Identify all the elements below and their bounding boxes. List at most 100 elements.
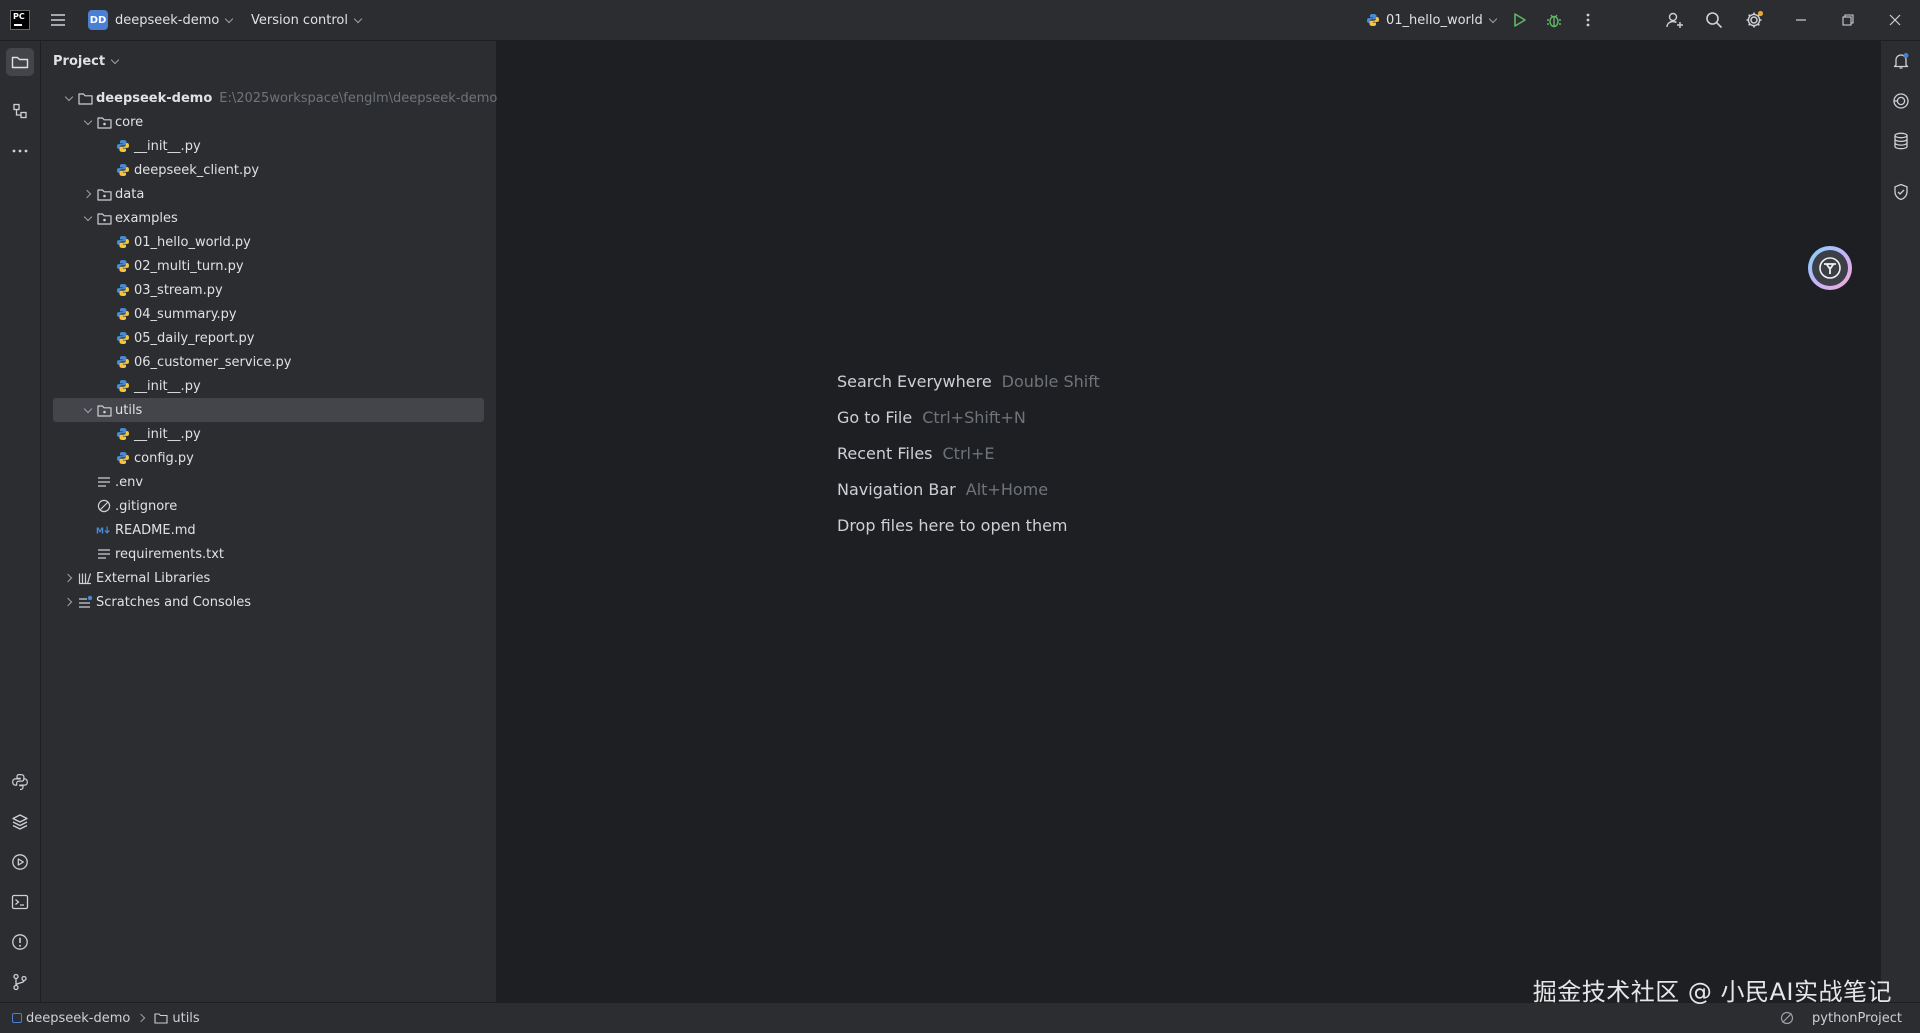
package-folder-icon <box>96 186 112 202</box>
python-file-icon <box>115 306 131 322</box>
tree-node-label: deepseek_client.py <box>134 162 260 178</box>
python-file-icon <box>115 162 131 178</box>
hint-label[interactable]: Recent Files <box>837 444 933 463</box>
git-branch-icon[interactable] <box>6 968 34 996</box>
more-tool-windows-icon[interactable] <box>6 137 34 165</box>
tree-node[interactable]: 03_stream.py <box>53 278 484 302</box>
tree-node[interactable]: __init__.py <box>53 374 484 398</box>
folder-icon <box>77 90 93 106</box>
tree-node[interactable]: 02_multi_turn.py <box>53 254 484 278</box>
tree-node[interactable]: deepseek_client.py <box>53 158 484 182</box>
tree-node-label: core <box>115 114 144 130</box>
library-icon <box>77 570 93 586</box>
ai-assistant-icon[interactable] <box>1808 246 1852 290</box>
chevron-down-icon[interactable] <box>80 114 96 130</box>
python-console-icon[interactable] <box>6 768 34 796</box>
project-square-icon <box>12 1013 22 1023</box>
project-tool-window-icon[interactable] <box>6 48 34 76</box>
hint-shortcut: Alt+Home <box>965 479 1049 499</box>
python-packages-icon[interactable] <box>6 808 34 836</box>
ai-assistant-tool-icon[interactable] <box>1887 87 1915 115</box>
hint-label[interactable]: Go to File <box>837 408 912 427</box>
minimize-icon[interactable] <box>1789 8 1813 32</box>
no-inspections-icon[interactable] <box>1780 1011 1794 1025</box>
run-config-selector[interactable]: 01_hello_world <box>1366 0 1498 40</box>
notifications-bell-icon[interactable] <box>1887 47 1915 75</box>
chevron-right-icon[interactable] <box>61 594 77 610</box>
python-file-icon <box>115 330 131 346</box>
chevron-down-icon[interactable] <box>80 210 96 226</box>
editor-hint: Drop files here to open them <box>837 513 1068 537</box>
chevron-right-icon[interactable] <box>80 186 96 202</box>
code-with-me-icon[interactable] <box>1663 8 1687 32</box>
tree-node[interactable]: examples <box>53 206 484 230</box>
tree-node[interactable]: config.py <box>53 446 484 470</box>
tree-node[interactable]: requirements.txt <box>53 542 484 566</box>
tree-node[interactable]: __init__.py <box>53 134 484 158</box>
tree-node-label: requirements.txt <box>115 546 225 562</box>
project-view-selector[interactable]: Project <box>53 51 120 71</box>
tree-node-label: .env <box>115 474 144 490</box>
tree-node[interactable]: 05_daily_report.py <box>53 326 484 350</box>
hint-label[interactable]: Navigation Bar <box>837 480 956 499</box>
database-icon[interactable] <box>1887 127 1915 155</box>
tree-node-label: 01_hello_world.py <box>134 234 251 250</box>
tree-node[interactable]: 06_customer_service.py <box>53 350 484 374</box>
chevron-down-icon[interactable] <box>61 90 77 106</box>
tree-node[interactable]: deepseek-demo E:\2025workspace\fenglm\dee… <box>53 86 497 110</box>
settings-gear-icon[interactable] <box>1742 8 1766 32</box>
hint-shortcut: Ctrl+Shift+N <box>922 407 1026 427</box>
tree-node-label: examples <box>115 210 178 226</box>
interpreter-widget[interactable]: pythonProject <box>1780 1011 1902 1026</box>
tree-node[interactable]: Scratches and Consoles <box>53 590 484 614</box>
editor-empty-state: Search Everywhere Double Shift Go to File C… <box>497 41 1879 1002</box>
tree-node[interactable]: .env <box>53 470 484 494</box>
restore-icon[interactable] <box>1836 8 1860 32</box>
chevron-down-icon <box>1488 14 1498 23</box>
hint-label[interactable]: Search Everywhere <box>837 372 992 391</box>
text-file-icon <box>96 546 112 562</box>
tree-node[interactable]: utils <box>53 398 484 422</box>
tree-node-label: README.md <box>115 522 196 538</box>
tree-node-label: External Libraries <box>96 570 211 586</box>
folder-icon <box>154 1012 168 1024</box>
package-folder-icon <box>96 402 112 418</box>
markdown-file-icon: M <box>96 522 112 538</box>
project-selector[interactable]: DD deepseek-demo <box>88 0 234 40</box>
close-icon[interactable] <box>1883 8 1907 32</box>
vcs-widget[interactable]: Version control <box>251 0 363 40</box>
tree-node[interactable]: M README.md <box>53 518 484 542</box>
tree-node[interactable]: 04_summary.py <box>53 302 484 326</box>
pycharm-logo-icon[interactable]: PC <box>10 10 30 30</box>
services-icon[interactable] <box>6 848 34 876</box>
breadcrumb-folder[interactable]: utils <box>172 1011 199 1026</box>
tree-node[interactable]: 01_hello_world.py <box>53 230 484 254</box>
tree-node[interactable]: __init__.py <box>53 422 484 446</box>
search-icon[interactable] <box>1702 8 1726 32</box>
security-shield-icon[interactable] <box>1887 178 1915 206</box>
tree-node-label: 03_stream.py <box>134 282 223 298</box>
chevron-down-icon <box>353 14 363 23</box>
main-menu-icon[interactable] <box>46 8 70 32</box>
debug-icon[interactable] <box>1542 8 1566 32</box>
problems-icon[interactable] <box>6 928 34 956</box>
structure-icon[interactable] <box>6 97 34 125</box>
run-icon[interactable] <box>1508 8 1532 32</box>
tree-node[interactable]: External Libraries <box>53 566 484 590</box>
editor-hint: Search Everywhere Double Shift <box>837 369 1100 393</box>
chevron-down-icon[interactable] <box>80 402 96 418</box>
breadcrumb-project[interactable]: deepseek-demo <box>26 1011 130 1026</box>
terminal-icon[interactable] <box>6 888 34 916</box>
more-actions-icon[interactable] <box>1576 8 1600 32</box>
chevron-right-icon[interactable] <box>61 570 77 586</box>
python-file-icon <box>115 426 131 442</box>
tree-node[interactable]: .gitignore <box>53 494 484 518</box>
tree-node[interactable]: core <box>53 110 484 134</box>
tree-node[interactable]: data <box>53 182 484 206</box>
